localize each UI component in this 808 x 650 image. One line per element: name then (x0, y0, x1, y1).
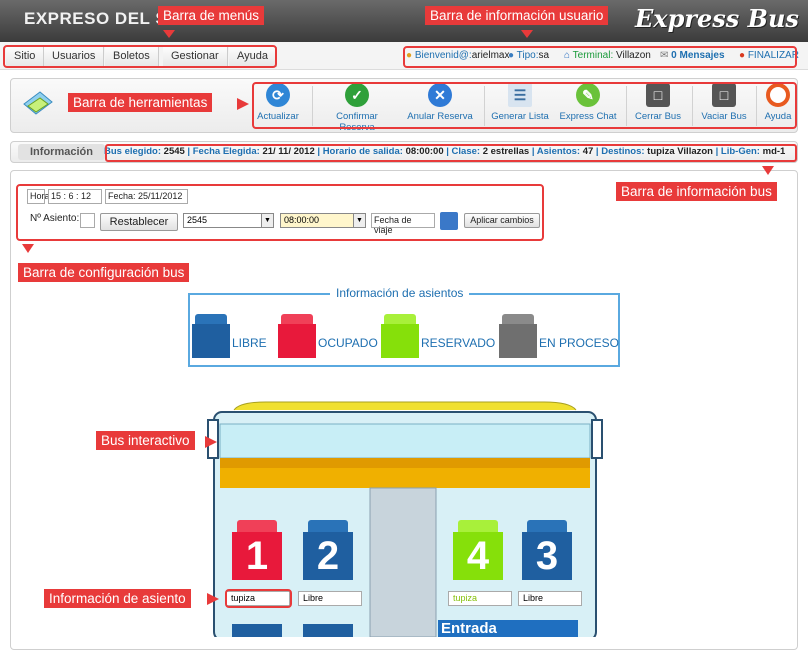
annotation-config-bar: Barra de configuración bus (18, 263, 190, 282)
seat-4[interactable]: 4 (453, 520, 503, 580)
seat-2-name-field[interactable]: Libre (298, 591, 362, 606)
annotation-box-menu (3, 45, 277, 68)
annotation-menu-bar: Barra de menús (158, 6, 265, 25)
app-title: EXPRESO DEL S (24, 9, 168, 28)
legend-swatch-libre (192, 314, 230, 358)
legend-label-libre: LIBRE (232, 336, 267, 350)
annotation-arrow (163, 30, 175, 38)
entrance-label: Entrada (438, 620, 578, 637)
annotation-box-user-info (403, 46, 797, 68)
annotation-bus-info-bar: Barra de información bus (616, 182, 777, 201)
legend-label-en-proceso: EN PROCESO (539, 336, 620, 350)
annotation-box-bus-info (105, 144, 797, 162)
legend-swatch-reservado (381, 314, 419, 358)
brand-logo: Express Bus (635, 4, 799, 33)
annotation-user-info-bar: Barra de información usuario (425, 6, 609, 25)
seat-3-name-field[interactable]: Libre (518, 591, 582, 606)
annotation-arrow (762, 166, 774, 175)
annotation-arrow (237, 98, 249, 110)
seat-2[interactable]: 2 (303, 520, 353, 580)
annotation-box-config (16, 184, 544, 241)
legend-swatch-en-proceso (499, 314, 537, 358)
seat-3[interactable]: 3 (522, 520, 572, 580)
toolbar-logo-icon (22, 88, 54, 118)
legend-title: Información de asientos (330, 286, 470, 300)
legend-swatch-ocupado (278, 314, 316, 358)
annotation-arrow (205, 436, 217, 448)
seat-1[interactable]: 1 (232, 520, 282, 580)
annotation-box-seat-info (225, 589, 292, 608)
legend-label-reservado: RESERVADO (421, 336, 496, 350)
annotation-arrow (521, 30, 533, 38)
annotation-box-toolbar (252, 82, 797, 129)
info-tab: Información (18, 144, 105, 160)
annotation-toolbar: Barra de herramientas (68, 93, 213, 112)
seat-4-name-field[interactable]: tupiza (448, 591, 512, 606)
annotation-arrow (207, 593, 219, 605)
annotation-interactive-bus: Bus interactivo (96, 431, 195, 450)
annotation-seat-info: Información de asiento (44, 589, 191, 608)
annotation-arrow (22, 244, 34, 253)
legend-label-ocupado: OCUPADO (318, 336, 378, 350)
seat-5[interactable] (232, 624, 282, 637)
bus-mirror-left (226, 413, 246, 427)
seat-6[interactable] (303, 624, 353, 637)
